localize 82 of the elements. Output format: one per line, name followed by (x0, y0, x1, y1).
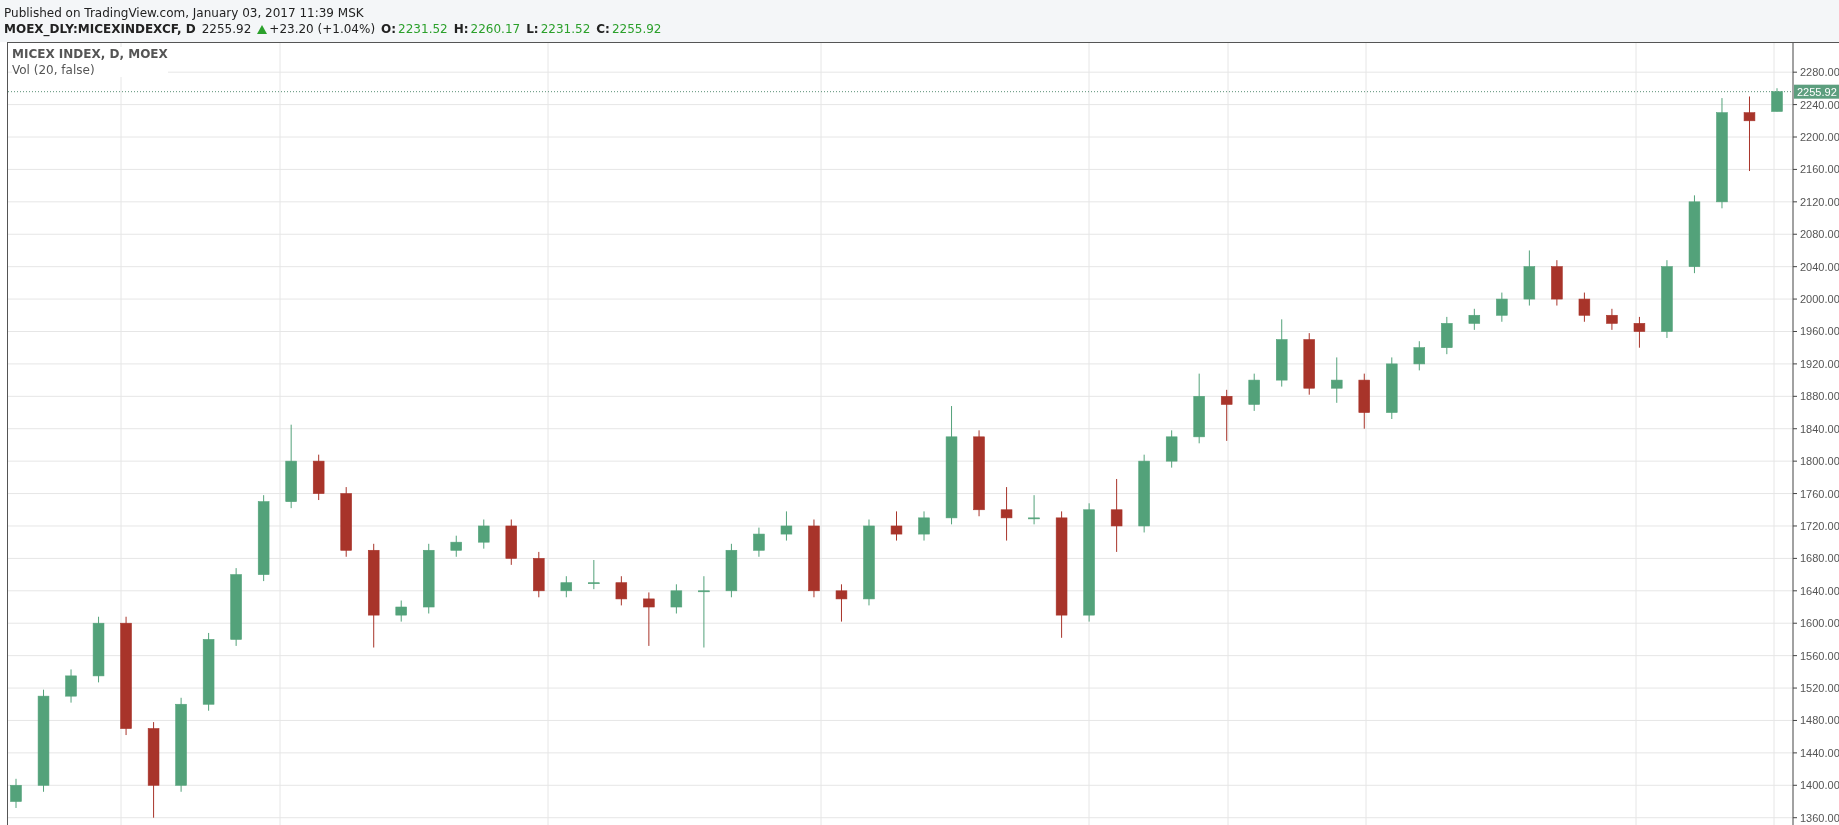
ohlc-label: C: (596, 22, 610, 36)
candle (1000, 486, 1013, 542)
candle (1276, 318, 1288, 388)
last-price: 2255.92 (201, 22, 252, 36)
candle (533, 551, 545, 598)
ohlc-value: 2231.52 (540, 22, 591, 36)
candle (1606, 308, 1618, 331)
candle (1771, 87, 1783, 112)
axis-tick-label: 1640.00 (1800, 584, 1839, 597)
ohlc-value: 2231.52 (398, 22, 448, 36)
candle (1551, 259, 1563, 307)
axis-tick-label: 2080.00 (1800, 228, 1839, 241)
candle (1496, 292, 1508, 323)
candle (1633, 316, 1646, 349)
candle (1523, 249, 1536, 307)
ohlc-label: H: (453, 22, 469, 36)
indicator-label: Vol (20, false) (12, 63, 96, 77)
axis-tick-label: 1560.00 (1800, 649, 1839, 662)
candle (423, 543, 435, 614)
chart-legend: MICEX INDEX, D, MOEX (12, 47, 168, 61)
axis-tick-label: 2160.00 (1800, 163, 1839, 176)
ohlc-value: 2255.92 (611, 22, 662, 36)
candle (1248, 373, 1260, 412)
axis-tick-label: 1800.00 (1800, 455, 1839, 468)
axis-tick-label: 1520.00 (1800, 682, 1839, 695)
candle (615, 575, 628, 606)
symbol-title: MOEX_DLY:MICEXINDEXCF, D (4, 22, 196, 36)
candle (1441, 316, 1453, 355)
candle (1303, 332, 1315, 396)
axis-tick-label: 1600.00 (1800, 617, 1839, 630)
candle (1413, 340, 1425, 371)
candle (1193, 373, 1205, 444)
candle (395, 600, 407, 623)
candle (780, 510, 793, 542)
published-note: Published on TradingView.com, January 03, 2017 11:39 MSK (4, 6, 364, 20)
axis-tick-label: 1720.00 (1800, 520, 1839, 532)
candle (918, 510, 930, 542)
axis-tick-label: 1840.00 (1800, 422, 1839, 435)
candle (340, 486, 352, 558)
ohlc-value: 2260.17 (470, 22, 521, 36)
axis-tick-label: 1760.00 (1800, 487, 1839, 500)
axis-tick-label: 2120.00 (1800, 195, 1839, 208)
candle (890, 510, 903, 542)
candle (1028, 494, 1040, 525)
axis-tick-label: 2280.00 (1800, 66, 1839, 79)
axis-tick-label: 2240.00 (1800, 98, 1839, 111)
candle (588, 559, 600, 590)
candle (753, 527, 765, 558)
axis-tick-label: 2000.00 (1800, 293, 1839, 306)
candle (1331, 356, 1343, 404)
axis-tick-label: 2200.00 (1800, 131, 1839, 143)
candle (505, 519, 517, 566)
candle (1220, 389, 1233, 442)
axis-tick-label: 2040.00 (1800, 260, 1839, 273)
axis-tick-label: 1440.00 (1800, 746, 1839, 759)
candle (560, 575, 573, 598)
candle (1468, 308, 1481, 331)
candle (92, 616, 105, 683)
candle (835, 583, 848, 623)
candle (1358, 373, 1370, 430)
axis-tick-label: 1880.00 (1800, 390, 1839, 403)
candle (450, 535, 462, 558)
candle (10, 778, 22, 809)
candle (1165, 429, 1178, 469)
ohlc-label: L: (526, 22, 539, 36)
axis-tick-label: 1960.00 (1800, 325, 1839, 338)
axis-tick-label: 1480.00 (1800, 714, 1839, 727)
candle (478, 519, 490, 550)
candle (312, 454, 325, 501)
price-change: +23.20 (+1.04%) (269, 22, 376, 36)
candle (643, 591, 655, 647)
candle (670, 583, 683, 614)
axis-tick-label: 1360.00 (1800, 811, 1839, 824)
candle (65, 668, 77, 704)
axis-tick-label: 1920.00 (1800, 357, 1839, 370)
axis-tick-label: 1400.00 (1800, 779, 1839, 792)
ohlc-label: O: (381, 22, 397, 36)
candle (1578, 292, 1591, 323)
price-marker: 2255.92 (1794, 84, 1839, 99)
candle (1386, 356, 1398, 420)
candle (725, 543, 738, 598)
axis-tick-label: 1680.00 (1800, 552, 1839, 565)
